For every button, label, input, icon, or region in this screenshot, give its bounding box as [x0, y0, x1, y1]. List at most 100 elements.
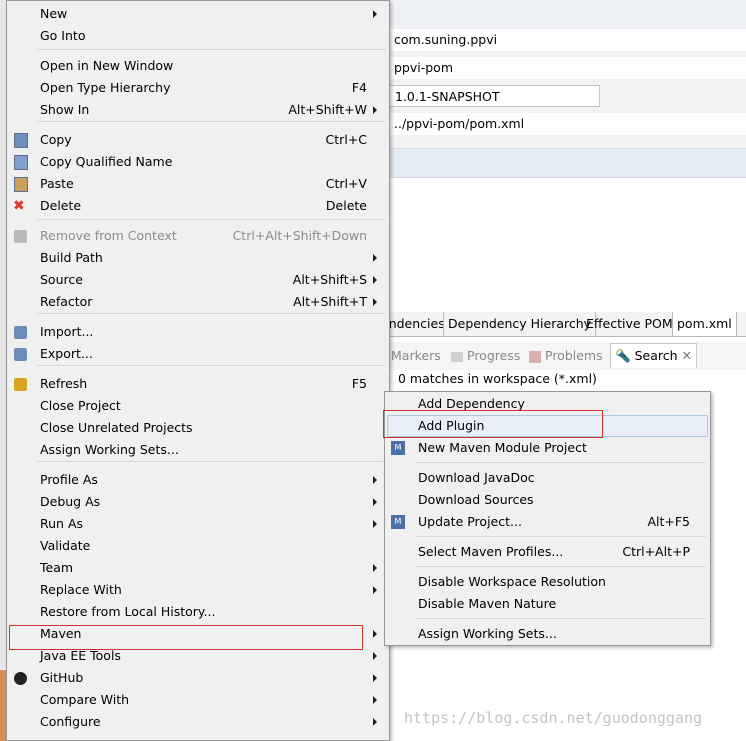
tab-dependencies[interactable]: endencies: [381, 312, 445, 336]
context-menu: New Go Into Open in New Window Open Type Hi…: [6, 0, 390, 741]
menu-item-label: Paste: [40, 176, 74, 191]
progress-icon: [451, 351, 463, 362]
menu-item-label: Source: [40, 272, 83, 287]
menu-item-label: Close Project: [40, 398, 121, 413]
export-icon: [14, 348, 27, 361]
menu-item-refactor[interactable]: Refactor Alt+Shift+T: [7, 291, 389, 313]
menu-item-build-path[interactable]: Build Path: [7, 247, 389, 269]
problems-icon: [529, 350, 541, 363]
menu-item-delete[interactable]: ✖ Delete Delete: [7, 195, 389, 217]
submenu-arrow-icon: [373, 630, 377, 638]
menu-item-show-in[interactable]: Show In Alt+Shift+W: [7, 99, 389, 121]
menu-item-source[interactable]: Source Alt+Shift+S: [7, 269, 389, 291]
menu-item-replace-with[interactable]: Replace With: [7, 579, 389, 601]
maven-module-icon: M: [391, 441, 405, 455]
menu-item-label: Show In: [40, 102, 90, 117]
close-icon[interactable]: ✕: [682, 348, 692, 363]
maven-item-highlight: [9, 625, 363, 650]
menu-item-label: Copy: [40, 132, 72, 147]
menu-item-github[interactable]: GitHub: [7, 667, 389, 689]
menu-item-refresh[interactable]: Refresh F5: [7, 373, 389, 395]
menu-item-validate[interactable]: Validate: [7, 535, 389, 557]
menu-item-go-into[interactable]: Go Into: [7, 25, 389, 47]
relative-path-field[interactable]: ../ppvi-pom/pom.xml: [388, 113, 746, 135]
menu-item-label: Import...: [40, 324, 94, 339]
menu-item-paste[interactable]: Paste Ctrl+V: [7, 173, 389, 195]
maven-item-disable-maven-nature[interactable]: Disable Maven Nature: [385, 593, 710, 615]
menu-item-export[interactable]: Export...: [7, 343, 389, 365]
menu-item-label: Disable Workspace Resolution: [418, 574, 606, 589]
menu-item-run-as[interactable]: Run As: [7, 513, 389, 535]
maven-item-assign-working-sets[interactable]: Assign Working Sets...: [385, 623, 710, 645]
tab-pom-xml[interactable]: pom.xml: [672, 312, 737, 336]
maven-item-update-project[interactable]: Update Project... Alt+F5: [385, 511, 710, 533]
menu-separator: [37, 49, 385, 50]
menu-item-open-type-hierarchy[interactable]: Open Type Hierarchy F4: [7, 77, 389, 99]
menu-item-team[interactable]: Team: [7, 557, 389, 579]
maven-item-new-maven-module-project[interactable]: New Maven Module Project: [385, 437, 710, 459]
menu-item-shortcut: Alt+Shift+S: [292, 272, 367, 287]
menu-item-shortcut: Ctrl+C: [325, 132, 367, 147]
menu-item-copy-qualified-name[interactable]: Copy Qualified Name: [7, 151, 389, 173]
menu-item-shortcut: F5: [351, 376, 367, 391]
menu-item-shortcut: Ctrl+Alt+P: [622, 544, 690, 559]
menu-item-label: Open Type Hierarchy: [40, 80, 171, 95]
menu-item-label: Debug As: [40, 494, 101, 509]
menu-item-label: Team: [40, 560, 74, 575]
menu-item-restore-from-local-history[interactable]: Restore from Local History...: [7, 601, 389, 623]
menu-item-label: Replace With: [40, 582, 122, 597]
maven-item-disable-workspace-resolution[interactable]: Disable Workspace Resolution: [385, 571, 710, 593]
add-plugin-highlight: [383, 410, 603, 438]
watermark: https://blog.csdn.net/guodonggang: [404, 709, 703, 727]
group-id-field[interactable]: com.suning.ppvi: [388, 29, 746, 51]
menu-item-close-project[interactable]: Close Project: [7, 395, 389, 417]
tab-markers[interactable]: Markers: [391, 344, 441, 368]
menu-item-label: Remove from Context: [40, 228, 177, 243]
maven-item-download-sources[interactable]: Download Sources: [385, 489, 710, 511]
menu-item-close-unrelated-projects[interactable]: Close Unrelated Projects: [7, 417, 389, 439]
menu-item-label: Select Maven Profiles...: [418, 544, 564, 559]
menu-item-profile-as[interactable]: Profile As: [7, 469, 389, 491]
menu-item-assign-working-sets[interactable]: Assign Working Sets...: [7, 439, 389, 461]
menu-item-label: Update Project...: [418, 514, 522, 529]
menu-item-label: Profile As: [40, 472, 98, 487]
menu-separator: [37, 121, 385, 122]
menu-item-label: Restore from Local History...: [40, 604, 216, 619]
menu-item-label: Validate: [40, 538, 91, 553]
menu-item-shortcut: Alt+Shift+W: [288, 102, 367, 117]
menu-item-shortcut: Delete: [325, 198, 367, 213]
artifact-id-field[interactable]: ppvi-pom: [388, 57, 746, 79]
menu-item-label: New: [40, 6, 68, 21]
menu-item-compare-with[interactable]: Compare With: [7, 689, 389, 711]
menu-item-import[interactable]: Import...: [7, 321, 389, 343]
tab-search[interactable]: 🔦 Search ✕: [610, 343, 697, 368]
submenu-arrow-icon: [373, 10, 377, 18]
menu-separator: [37, 219, 385, 220]
tab-effective-pom[interactable]: Effective POM: [586, 312, 673, 336]
submenu-arrow-icon: [373, 586, 377, 594]
menu-item-copy[interactable]: Copy Ctrl+C: [7, 129, 389, 151]
menu-item-remove-from-context[interactable]: Remove from Context Ctrl+Alt+Shift+Down: [7, 225, 389, 247]
menu-item-open-in-new-window[interactable]: Open in New Window: [7, 55, 389, 77]
tab-progress[interactable]: Progress: [451, 344, 520, 368]
submenu-arrow-icon: [373, 520, 377, 528]
menu-item-label: Assign Working Sets...: [418, 626, 557, 641]
menu-item-new[interactable]: New: [7, 3, 389, 25]
submenu-arrow-icon: [373, 298, 377, 306]
submenu-arrow-icon: [373, 652, 377, 660]
version-field[interactable]: 1.0.1-SNAPSHOT: [388, 85, 600, 107]
menu-item-debug-as[interactable]: Debug As: [7, 491, 389, 513]
menu-item-label: Run As: [40, 516, 84, 531]
menu-item-configure[interactable]: Configure: [7, 711, 389, 733]
maven-item-download-javadoc[interactable]: Download JavaDoc: [385, 467, 710, 489]
menu-item-shortcut: Alt+Shift+T: [293, 294, 367, 309]
menu-separator: [37, 461, 385, 462]
tab-problems[interactable]: Problems: [529, 344, 603, 368]
submenu-arrow-icon: [373, 106, 377, 114]
maven-item-select-maven-profiles[interactable]: Select Maven Profiles... Ctrl+Alt+P: [385, 541, 710, 563]
menu-item-label: Download JavaDoc: [418, 470, 535, 485]
tab-dependency-hierarchy[interactable]: Dependency Hierarchy: [443, 312, 597, 336]
submenu-arrow-icon: [373, 276, 377, 284]
menu-separator: [415, 618, 706, 619]
submenu-arrow-icon: [373, 498, 377, 506]
